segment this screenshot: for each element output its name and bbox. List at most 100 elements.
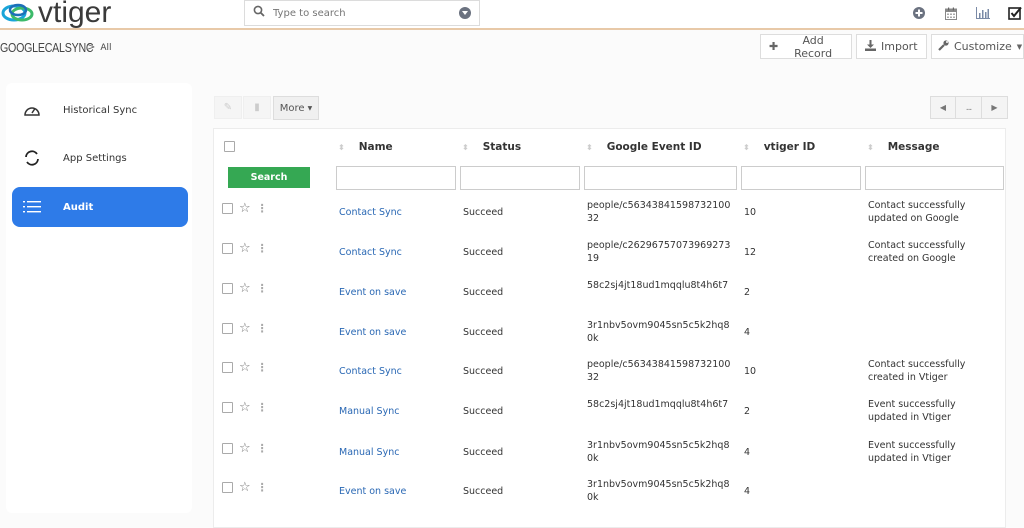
row-checkbox[interactable] bbox=[222, 243, 233, 254]
filter-status-input[interactable] bbox=[460, 166, 580, 190]
star-icon[interactable]: ☆ bbox=[239, 202, 251, 215]
edit-button[interactable]: ✎ bbox=[214, 96, 242, 119]
cell-status: Succeed bbox=[463, 366, 504, 377]
table-row[interactable]: ☆ ⋮ Event on save Succeed 3r1nbv5ovm9045sn5c… bbox=[214, 314, 1005, 354]
more-actions-icon[interactable]: ⋮ bbox=[257, 283, 268, 294]
row-checkbox[interactable] bbox=[222, 283, 233, 294]
row-checkbox[interactable] bbox=[222, 443, 233, 454]
star-icon[interactable]: ☆ bbox=[239, 442, 251, 455]
pagination: ◀ ... ▶ bbox=[930, 96, 1008, 119]
filter-message-input[interactable] bbox=[865, 166, 1004, 190]
more-actions-icon[interactable]: ⋮ bbox=[257, 203, 268, 214]
sidebar-item-historical-sync[interactable]: Historical Sync bbox=[12, 90, 188, 130]
row-checkbox[interactable] bbox=[222, 482, 233, 493]
cell-status: Succeed bbox=[463, 247, 504, 258]
sync-icon bbox=[12, 149, 52, 167]
cell-google-event-id: 3r1nbv5ovm9045sn5c5k2hq80k bbox=[587, 320, 730, 344]
page-jump-button[interactable]: ... bbox=[956, 96, 982, 119]
more-actions-icon[interactable]: ⋮ bbox=[257, 323, 268, 334]
row-checkbox[interactable] bbox=[222, 203, 233, 214]
sort-icon: ⬍ bbox=[338, 142, 345, 152]
sidebar-item-audit[interactable]: Audit bbox=[12, 187, 188, 227]
cell-message: Contact successfully created on Google bbox=[868, 240, 966, 264]
cell-google-event-id: 3r1nbv5ovm9045sn5c5k2hq80k bbox=[587, 440, 730, 464]
star-icon[interactable]: ☆ bbox=[239, 322, 251, 335]
filter-vtiger-id-input[interactable] bbox=[741, 166, 861, 190]
filter-name-input[interactable] bbox=[336, 166, 456, 190]
global-search[interactable] bbox=[244, 0, 480, 26]
star-icon[interactable]: ☆ bbox=[239, 481, 251, 494]
filter-google-event-id-input[interactable] bbox=[584, 166, 737, 190]
cell-vtiger-id: 4 bbox=[744, 327, 751, 338]
sort-icon: ⬍ bbox=[743, 142, 750, 152]
previous-page-button[interactable]: ◀ bbox=[930, 96, 956, 119]
more-actions-icon[interactable]: ⋮ bbox=[257, 243, 268, 254]
cell-name[interactable]: Event on save bbox=[339, 485, 406, 498]
cell-status: Succeed bbox=[463, 447, 504, 458]
cell-status: Succeed bbox=[463, 287, 504, 298]
row-checkbox[interactable] bbox=[222, 362, 233, 373]
column-header-vtiger-id[interactable]: ⬍ vtiger ID bbox=[743, 141, 815, 153]
breadcrumb-module[interactable]: GOOGLECALSYNC bbox=[0, 40, 94, 55]
more-label: More bbox=[279, 102, 305, 114]
sidebar-item-label: Historical Sync bbox=[63, 104, 138, 116]
search-dropdown-icon[interactable] bbox=[459, 7, 471, 19]
vtiger-logo[interactable]: vtiger bbox=[0, 0, 111, 28]
table-row[interactable]: ☆ ⋮ Event on save Succeed 58c2sj4jt18ud1mqql… bbox=[214, 274, 1005, 314]
cell-name[interactable]: Manual Sync bbox=[339, 446, 399, 459]
list-icon bbox=[12, 200, 52, 214]
checkbox-icon[interactable] bbox=[1006, 4, 1024, 22]
add-record-button[interactable]: ✚ Add Record bbox=[760, 34, 852, 60]
column-header-message[interactable]: ⬍ Message bbox=[867, 141, 940, 153]
plus-icon: ✚ bbox=[769, 40, 779, 53]
column-header-status[interactable]: ⬍ Status bbox=[462, 141, 521, 153]
more-actions-icon[interactable]: ⋮ bbox=[257, 362, 268, 373]
star-icon[interactable]: ☆ bbox=[239, 401, 251, 414]
sidebar-item-app-settings[interactable]: App Settings bbox=[12, 138, 188, 178]
search-button[interactable]: Search bbox=[228, 167, 310, 188]
cell-name[interactable]: Event on save bbox=[339, 326, 406, 339]
table-row[interactable]: ☆ ⋮ Contact Sync Succeed people/c26296757073… bbox=[214, 234, 1005, 274]
star-icon[interactable]: ☆ bbox=[239, 242, 251, 255]
gauge-icon bbox=[12, 103, 52, 117]
cell-google-event-id: 58c2sj4jt18ud1mqqlu8t4h6t7 bbox=[587, 280, 729, 291]
table-row[interactable]: ☆ ⋮ Event on save Succeed 3r1nbv5ovm9045sn5c… bbox=[214, 473, 1005, 513]
import-button[interactable]: Import bbox=[856, 34, 927, 59]
calendar-icon[interactable] bbox=[942, 4, 960, 22]
ellipsis-icon: ... bbox=[965, 102, 973, 113]
more-actions-icon[interactable]: ⋮ bbox=[257, 482, 268, 493]
caret-left-icon: ◀ bbox=[939, 103, 947, 112]
sort-icon: ⬍ bbox=[586, 142, 593, 152]
cell-vtiger-id: 2 bbox=[744, 406, 751, 417]
star-icon[interactable]: ☆ bbox=[239, 282, 251, 295]
cell-name[interactable]: Contact Sync bbox=[339, 206, 402, 219]
cell-name[interactable]: Contact Sync bbox=[339, 246, 402, 259]
next-page-button[interactable]: ▶ bbox=[982, 96, 1008, 119]
table-row[interactable]: ☆ ⋮ Contact Sync Succeed people/c56343841598… bbox=[214, 353, 1005, 393]
delete-button[interactable]: ▮ bbox=[243, 96, 271, 119]
cell-name[interactable]: Contact Sync bbox=[339, 365, 402, 378]
table-row[interactable]: ☆ ⋮ Manual Sync Succeed 58c2sj4jt18ud1mqqlu8… bbox=[214, 393, 1005, 433]
customize-button[interactable]: Customize ▼ bbox=[931, 34, 1024, 59]
star-icon[interactable]: ☆ bbox=[239, 361, 251, 374]
row-checkbox[interactable] bbox=[222, 402, 233, 413]
search-input[interactable] bbox=[273, 7, 459, 19]
cell-name[interactable]: Manual Sync bbox=[339, 405, 399, 418]
plus-circle-icon[interactable] bbox=[910, 4, 928, 22]
table-row[interactable]: ☆ ⋮ Contact Sync Succeed people/c56343841598… bbox=[214, 194, 1005, 234]
wrench-icon bbox=[938, 39, 949, 54]
table-row[interactable]: ☆ ⋮ Manual Sync Succeed 3r1nbv5ovm9045sn5c5k… bbox=[214, 434, 1005, 474]
download-icon bbox=[865, 39, 876, 54]
cell-vtiger-id: 4 bbox=[744, 486, 751, 497]
column-header-google-event-id[interactable]: ⬍ Google Event ID bbox=[586, 141, 702, 153]
more-dropdown[interactable]: More ▼ bbox=[273, 96, 319, 120]
more-actions-icon[interactable]: ⋮ bbox=[257, 402, 268, 413]
breadcrumb-view[interactable]: All bbox=[100, 43, 111, 53]
select-all-checkbox[interactable] bbox=[224, 141, 235, 152]
more-actions-icon[interactable]: ⋮ bbox=[257, 443, 268, 454]
cell-google-event-id: people/c5634384159873210032 bbox=[587, 200, 731, 224]
cell-name[interactable]: Event on save bbox=[339, 286, 406, 299]
column-header-name[interactable]: ⬍ Name bbox=[338, 141, 393, 153]
row-checkbox[interactable] bbox=[222, 323, 233, 334]
chart-icon[interactable] bbox=[974, 4, 992, 22]
